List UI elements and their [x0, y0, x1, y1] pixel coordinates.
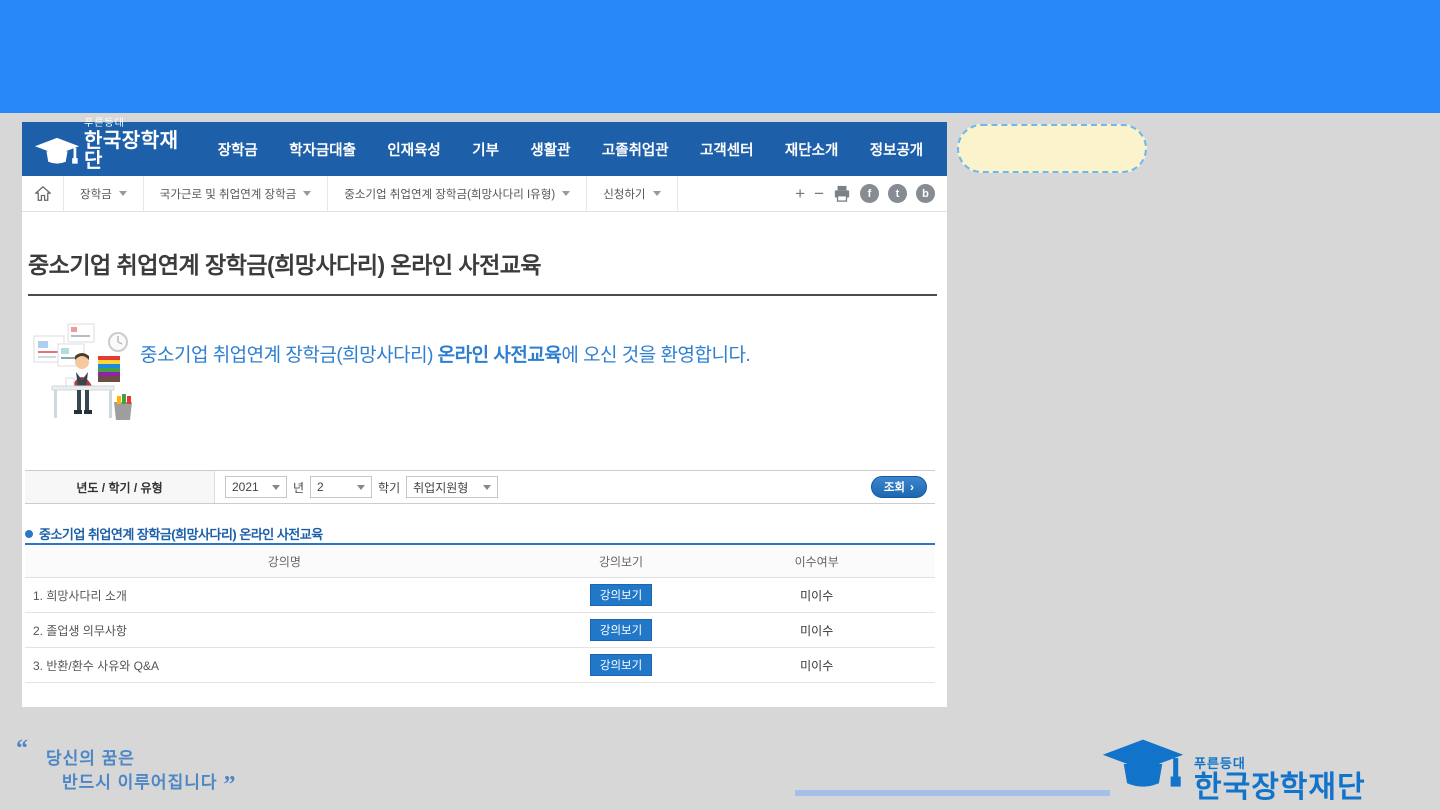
nav-item-dormitory[interactable]: 생활관	[530, 139, 570, 160]
type-select[interactable]: 취업지원형	[406, 476, 498, 498]
website-page: 푸른등대 한국장학재단 장학금 학자금대출 인재육성 기부 생활관 고졸취업관 …	[22, 122, 947, 707]
filter-label: 년도 / 학기 / 유형	[25, 471, 215, 503]
logo-subtitle: 푸른등대	[84, 119, 192, 129]
chevron-down-icon	[483, 485, 491, 490]
lecture-name: 1. 희망사다리 소개	[25, 587, 544, 604]
chevron-down-icon	[357, 485, 365, 490]
year-suffix-label: 년	[293, 479, 304, 496]
logo-title: 한국장학재단	[1194, 773, 1366, 803]
chevron-down-icon	[303, 191, 311, 196]
breadcrumb-item-workstudy[interactable]: 국가근로 및 취업연계 장학금	[144, 176, 329, 211]
graduation-cap-icon	[1098, 738, 1188, 805]
chevron-down-icon	[562, 191, 570, 196]
logo-subtitle: 푸른등대	[1194, 757, 1366, 770]
open-quote-icon: “	[16, 736, 28, 762]
nav-item-talent[interactable]: 인재육성	[387, 139, 440, 160]
title-divider	[28, 294, 937, 296]
highlight-annotation-pill	[957, 124, 1147, 173]
nav-item-loans[interactable]: 학자금대출	[289, 139, 356, 160]
slide-top-banner	[0, 0, 1440, 113]
nav-item-customer-center[interactable]: 고객센터	[700, 139, 753, 160]
chevron-down-icon	[653, 191, 661, 196]
nav-item-about[interactable]: 재단소개	[785, 139, 838, 160]
logo-title: 한국장학재단	[84, 131, 192, 171]
breadcrumb-item-sme-scholarship[interactable]: 중소기업 취업연계 장학금(희망사다리 I유형)	[328, 176, 587, 211]
bottom-accent-bar	[795, 790, 1110, 796]
breadcrumb-item-apply[interactable]: 신청하기	[587, 176, 677, 211]
chevron-down-icon	[119, 191, 127, 196]
font-zoom-in-icon[interactable]: +	[795, 185, 805, 202]
main-navbar: 푸른등대 한국장학재단 장학금 학자금대출 인재육성 기부 생활관 고졸취업관 …	[22, 122, 947, 176]
semester-suffix-label: 학기	[378, 479, 400, 496]
breadcrumb-toolbar: + − f t b	[795, 176, 947, 211]
section-title: 중소기업 취업연계 장학금(희망사다리) 온라인 사전교육	[39, 524, 323, 543]
facebook-icon[interactable]: f	[860, 184, 879, 203]
lecture-name: 3. 반환/환수 사유와 Q&A	[25, 657, 544, 674]
chevron-down-icon	[272, 485, 280, 490]
welcome-message: 중소기업 취업연계 장학금(희망사다리) 온라인 사전교육에 오신 것을 환영합…	[140, 340, 750, 367]
graduation-cap-icon	[34, 137, 80, 171]
footer-quote: “ 당신의 꿈은 반드시 이루어집니다”	[16, 736, 316, 763]
course-table: 강의명 강의보기 이수여부 1. 희망사다리 소개 강의보기 미이수 2. 졸업…	[25, 545, 935, 683]
filter-bar: 년도 / 학기 / 유형 2021 년 2 학기 취업지원형 조회 ›	[25, 470, 935, 504]
font-zoom-out-icon[interactable]: −	[814, 185, 824, 202]
section-header: 중소기업 취업연계 장학금(희망사다리) 온라인 사전교육	[25, 524, 323, 543]
column-header-completion: 이수여부	[698, 553, 935, 570]
breadcrumb: 장학금 국가근로 및 취업연계 장학금 중소기업 취업연계 장학금(희망사다리 …	[22, 176, 947, 212]
semester-select[interactable]: 2	[310, 476, 372, 498]
print-icon[interactable]	[833, 185, 851, 202]
search-button[interactable]: 조회 ›	[871, 476, 927, 498]
nav-item-donation[interactable]: 기부	[472, 139, 499, 160]
nav-item-disclosure[interactable]: 정보공개	[870, 139, 923, 160]
footer-logo: 푸른등대 한국장학재단	[1098, 738, 1366, 805]
nav-item-highschool-employment[interactable]: 고졸취업관	[602, 139, 669, 160]
section-bullet-icon	[25, 530, 33, 538]
table-row: 3. 반환/환수 사유와 Q&A 강의보기 미이수	[25, 648, 935, 683]
twitter-icon[interactable]: t	[888, 184, 907, 203]
close-quote-icon: ”	[223, 772, 236, 798]
blog-icon[interactable]: b	[916, 184, 935, 203]
home-icon[interactable]	[22, 176, 64, 211]
table-row: 1. 희망사다리 소개 강의보기 미이수	[25, 578, 935, 613]
chevron-right-icon: ›	[910, 480, 914, 494]
page-title: 중소기업 취업연계 장학금(희망사다리) 온라인 사전교육	[28, 246, 541, 280]
table-row: 2. 졸업생 의무사항 강의보기 미이수	[25, 613, 935, 648]
breadcrumb-item-scholarship[interactable]: 장학금	[64, 176, 144, 211]
completion-status: 미이수	[698, 657, 935, 674]
nav-menu: 장학금 학자금대출 인재육성 기부 생활관 고졸취업관 고객센터 재단소개 정보…	[202, 139, 947, 160]
year-select[interactable]: 2021	[225, 476, 287, 498]
view-lecture-button[interactable]: 강의보기	[590, 584, 652, 606]
nav-item-scholarship[interactable]: 장학금	[218, 139, 258, 160]
table-header-row: 강의명 강의보기 이수여부	[25, 545, 935, 578]
completion-status: 미이수	[698, 622, 935, 639]
view-lecture-button[interactable]: 강의보기	[590, 619, 652, 641]
lecture-name: 2. 졸업생 의무사항	[25, 622, 544, 639]
welcome-illustration	[30, 318, 134, 431]
site-logo[interactable]: 푸른등대 한국장학재단	[22, 119, 202, 179]
column-header-view-lecture: 강의보기	[544, 553, 699, 570]
completion-status: 미이수	[698, 587, 935, 604]
view-lecture-button[interactable]: 강의보기	[590, 654, 652, 676]
column-header-lecture-name: 강의명	[25, 553, 544, 570]
